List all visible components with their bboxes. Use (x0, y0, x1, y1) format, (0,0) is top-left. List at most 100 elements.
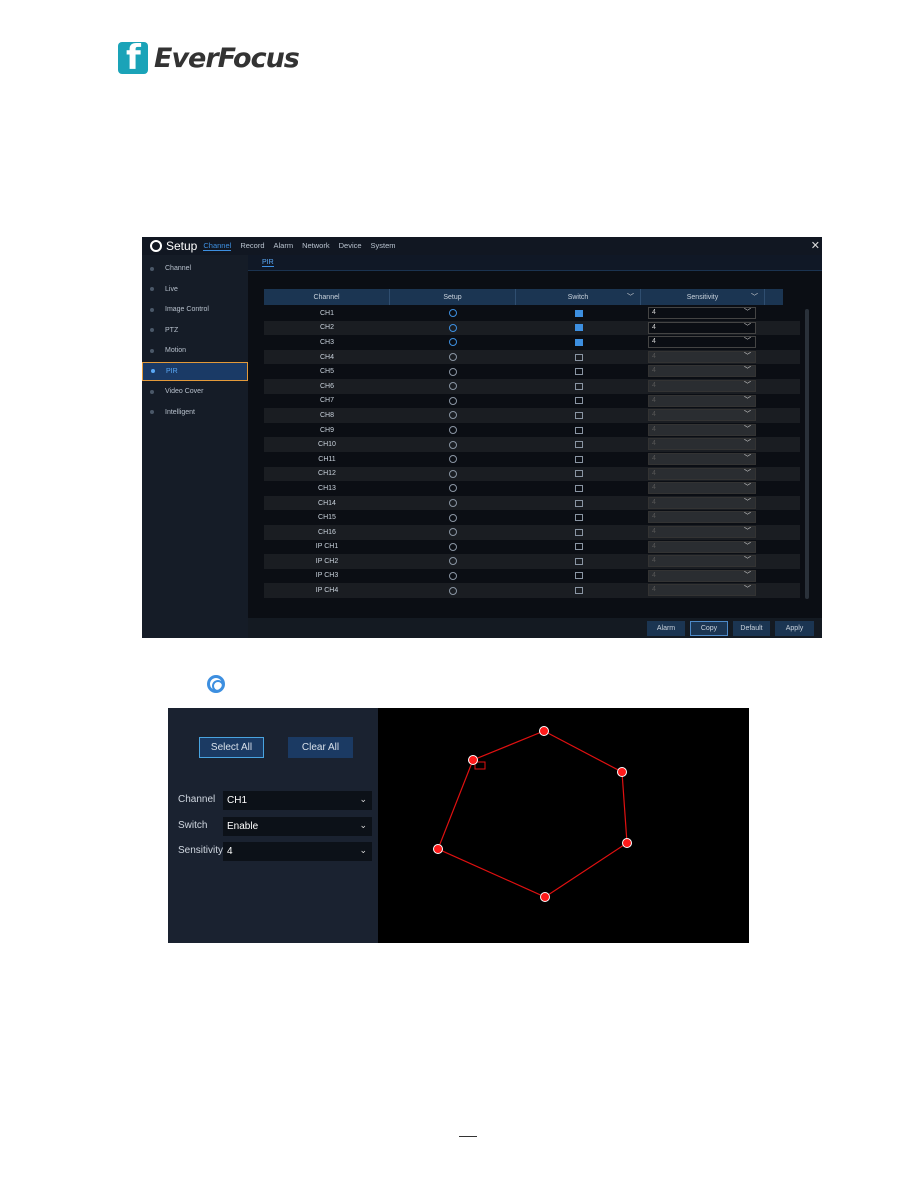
region-vertex-handle[interactable] (468, 755, 478, 765)
setup-gear-icon[interactable] (449, 484, 457, 493)
switch-checkbox[interactable] (575, 543, 583, 551)
setup-gear-icon[interactable] (449, 586, 457, 595)
sensitivity-value: 4 (227, 846, 233, 857)
setup-gear-icon[interactable] (449, 455, 457, 464)
switch-checkbox[interactable] (575, 368, 583, 376)
copy-button[interactable]: Copy (690, 621, 728, 636)
setup-gear-icon[interactable] (449, 528, 457, 537)
sensitivity-select[interactable]: 4 ﹀ (648, 452, 756, 465)
sensitivity-select[interactable]: 4 ⌄ (223, 842, 372, 861)
tab-record[interactable]: Record (240, 241, 264, 251)
sidebar-item-channel[interactable]: Channel (142, 259, 248, 278)
sensitivity-value: 4 (652, 513, 656, 521)
scrollbar[interactable] (805, 309, 809, 599)
detection-region-canvas[interactable] (379, 708, 749, 943)
switch-checkbox[interactable] (575, 324, 583, 332)
sensitivity-select[interactable]: 4 ﹀ (648, 438, 756, 451)
sensitivity-select[interactable]: 4 ﹀ (648, 350, 756, 363)
sensitivity-select[interactable]: 4 ﹀ (648, 511, 756, 524)
sensitivity-select[interactable]: 4 ﹀ (648, 496, 756, 509)
setup-gear-icon[interactable] (449, 571, 457, 580)
switch-checkbox[interactable] (575, 397, 583, 405)
setup-gear-icon[interactable] (449, 323, 457, 332)
switch-checkbox[interactable] (575, 353, 583, 361)
switch-checkbox[interactable] (575, 411, 583, 419)
setup-gear-icon[interactable] (449, 396, 457, 405)
setup-gear-icon[interactable] (449, 542, 457, 551)
setup-gear-icon[interactable] (449, 353, 457, 362)
sensitivity-select[interactable]: 4 ﹀ (648, 321, 756, 334)
switch-checkbox[interactable] (575, 426, 583, 434)
region-vertex-handle[interactable] (540, 892, 550, 902)
sensitivity-select[interactable]: 4 ﹀ (648, 555, 756, 568)
region-vertex-handle[interactable] (617, 767, 627, 777)
sensitivity-select[interactable]: 4 ﹀ (648, 423, 756, 436)
sensitivity-select[interactable]: 4 ﹀ (648, 394, 756, 407)
sidebar-item-video-cover[interactable]: Video Cover (142, 382, 248, 401)
switch-checkbox[interactable] (575, 470, 583, 478)
col-sensitivity[interactable]: Sensitivity ﹀ (641, 289, 765, 305)
setup-gear-icon[interactable] (449, 513, 457, 522)
sensitivity-select[interactable]: 4 ﹀ (648, 569, 756, 582)
tab-pir[interactable]: PIR (262, 259, 274, 267)
switch-checkbox[interactable] (575, 441, 583, 449)
setup-gear-icon[interactable] (449, 367, 457, 376)
region-vertex-handle[interactable] (622, 838, 632, 848)
switch-checkbox[interactable] (575, 514, 583, 522)
tab-network[interactable]: Network (302, 241, 330, 251)
setup-gear-icon[interactable] (449, 440, 457, 449)
setup-gear-icon[interactable] (449, 382, 457, 391)
switch-checkbox[interactable] (575, 528, 583, 536)
setup-gear-icon[interactable] (449, 309, 457, 318)
sensitivity-select[interactable]: 4 ﹀ (648, 307, 756, 319)
switch-checkbox[interactable] (575, 587, 583, 595)
sensitivity-select[interactable]: 4 ﹀ (648, 467, 756, 480)
setup-gear-icon[interactable] (449, 469, 457, 478)
region-vertex-handle[interactable] (539, 726, 549, 736)
sensitivity-select[interactable]: 4 ﹀ (648, 379, 756, 392)
apply-button[interactable]: Apply (775, 621, 814, 636)
sensitivity-select[interactable]: 4 ﹀ (648, 409, 756, 422)
sidebar-item-pir[interactable]: PIR (142, 361, 248, 381)
switch-checkbox[interactable] (575, 382, 583, 390)
setup-gear-icon[interactable] (449, 499, 457, 508)
channel-select[interactable]: CH1 ⌄ (223, 791, 372, 810)
region-vertex-handle[interactable] (433, 844, 443, 854)
tab-channel[interactable]: Channel (203, 241, 232, 251)
default-button[interactable]: Default (733, 621, 770, 636)
switch-checkbox[interactable] (575, 484, 583, 492)
col-switch-label: Switch (567, 293, 589, 301)
sidebar-item-motion[interactable]: Motion (142, 341, 248, 360)
sidebar-item-image-control[interactable]: Image Control (142, 300, 248, 319)
sensitivity-select[interactable]: 4 ﹀ (648, 365, 756, 378)
setup-gear-icon[interactable] (449, 557, 457, 566)
sensitivity-select[interactable]: 4 ﹀ (648, 336, 756, 349)
col-switch[interactable]: Switch ﹀ (516, 289, 641, 305)
sensitivity-select[interactable]: 4 ﹀ (648, 584, 756, 597)
sensitivity-value: 4 (652, 323, 656, 331)
tab-system[interactable]: System (371, 241, 396, 251)
setup-gear-icon[interactable] (449, 426, 457, 435)
alarm-button[interactable]: Alarm (647, 621, 685, 636)
sidebar-item-intelligent[interactable]: Intelligent (142, 403, 248, 422)
clear-all-button[interactable]: Clear All (288, 737, 353, 758)
switch-select[interactable]: Enable ⌄ (223, 817, 372, 836)
sidebar-item-live[interactable]: Live (142, 280, 248, 299)
switch-checkbox[interactable] (575, 557, 583, 565)
sidebar-item-ptz[interactable]: PTZ (142, 321, 248, 340)
close-icon[interactable]: ✕ (811, 239, 820, 252)
switch-checkbox[interactable] (575, 572, 583, 580)
sensitivity-select[interactable]: 4 ﹀ (648, 540, 756, 553)
sensitivity-select[interactable]: 4 ﹀ (648, 482, 756, 495)
setup-gear-icon[interactable] (449, 338, 457, 347)
switch-checkbox[interactable] (575, 499, 583, 507)
switch-checkbox[interactable] (575, 338, 583, 346)
select-all-button[interactable]: Select All (199, 737, 264, 758)
switch-checkbox[interactable] (575, 309, 583, 317)
tab-alarm[interactable]: Alarm (274, 241, 294, 251)
sensitivity-value: 4 (652, 469, 656, 477)
sensitivity-select[interactable]: 4 ﹀ (648, 525, 756, 538)
switch-checkbox[interactable] (575, 455, 583, 463)
tab-device[interactable]: Device (339, 241, 362, 251)
setup-gear-icon[interactable] (449, 411, 457, 420)
